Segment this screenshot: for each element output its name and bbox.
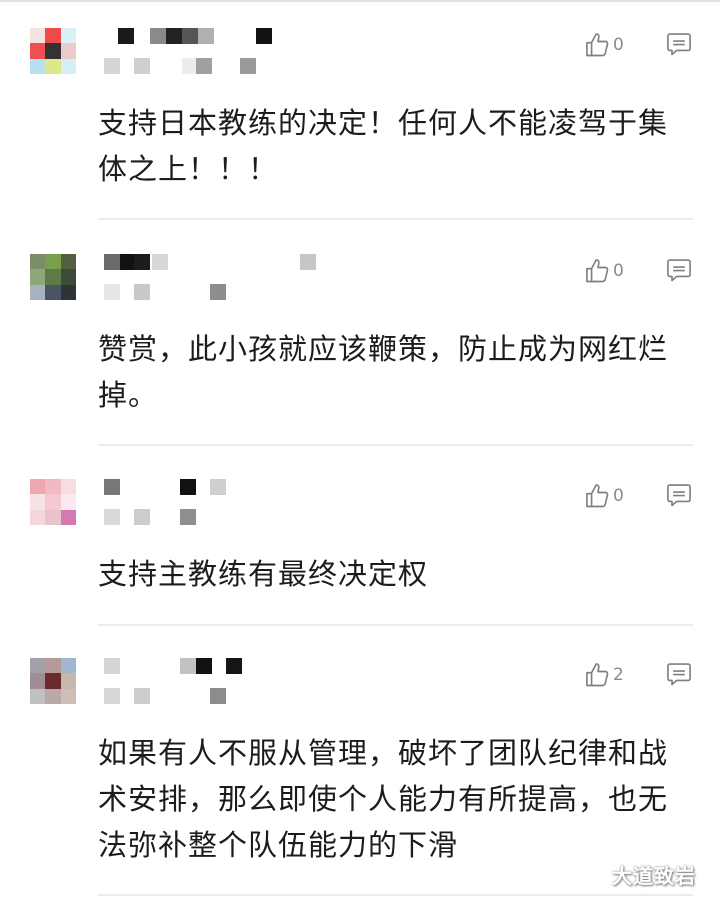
avatar-pixel: [30, 43, 46, 59]
avatar[interactable]: [30, 28, 76, 74]
comment-divider: [98, 218, 693, 220]
comment-divider: [98, 444, 693, 446]
like-count: 0: [613, 35, 624, 55]
like-button[interactable]: 0: [584, 30, 634, 60]
comment-icon: [667, 663, 691, 686]
avatar-pixel: [30, 688, 46, 704]
avatar-pixel: [60, 479, 76, 495]
avatar-pixel: [60, 269, 76, 285]
comment-text: 如果有人不服从管理，破坏了团队纪律和战 术安排，那么即使个人能力有所提高，也无 …: [98, 736, 669, 862]
avatar-pixel: [45, 688, 61, 704]
like-button[interactable]: 0: [584, 481, 634, 511]
top-border: [0, 0, 720, 2]
like-count: 0: [613, 261, 624, 281]
comment-item: 0 支持日本教练的决定！任何人不能凌驾于集 体之上！！！: [0, 28, 720, 220]
comment-text: 支持日本教练的决定！任何人不能凌驾于集 体之上！！！: [98, 106, 669, 186]
like-button[interactable]: 0: [584, 256, 634, 286]
thumbs-up-icon: [586, 33, 609, 57]
avatar-pixel: [45, 479, 61, 495]
avatar-pixel: [45, 658, 61, 674]
comment-text: 支持主教练有最终决定权: [98, 557, 429, 591]
avatar-pixel: [30, 284, 46, 300]
avatar-pixel: [60, 658, 76, 674]
avatar-pixel: [30, 658, 46, 674]
reply-button[interactable]: [665, 660, 693, 688]
thumbs-up-icon: [586, 484, 609, 508]
avatar-pixel: [45, 284, 61, 300]
avatar-pixel: [60, 494, 76, 510]
avatar[interactable]: [30, 658, 76, 704]
avatar-pixel: [45, 509, 61, 525]
like-button[interactable]: 2: [584, 660, 634, 690]
avatar-pixel: [30, 673, 46, 689]
thumbs-up-icon: [586, 663, 609, 687]
avatar[interactable]: [30, 254, 76, 300]
avatar[interactable]: [30, 479, 76, 525]
avatar-pixel: [45, 494, 61, 510]
like-count: 2: [613, 665, 624, 685]
comment-divider: [98, 624, 693, 626]
avatar-pixel: [45, 43, 61, 59]
like-count: 0: [613, 486, 624, 506]
avatar-pixel: [30, 28, 46, 44]
avatar-pixel: [60, 28, 76, 44]
watermark: 大道致岩: [612, 864, 696, 888]
reply-button[interactable]: [665, 256, 693, 284]
comment-icon: [667, 259, 691, 282]
avatar-pixel: [60, 254, 76, 270]
comment-text: 赞赏，此小孩就应该鞭策，防止成为网红烂 掉。: [98, 332, 669, 412]
comment-item: 0 支持主教练有最终决定权: [0, 479, 720, 627]
comment-icon: [667, 33, 691, 56]
thumbs-up-icon: [586, 259, 609, 283]
avatar-pixel: [30, 269, 46, 285]
avatar-pixel: [45, 58, 61, 74]
avatar-pixel: [60, 58, 76, 74]
avatar-pixel: [30, 58, 46, 74]
avatar-pixel: [60, 43, 76, 59]
avatar-pixel: [30, 479, 46, 495]
reply-button[interactable]: [665, 30, 693, 58]
comment-icon: [667, 484, 691, 507]
avatar-pixel: [60, 673, 76, 689]
avatar-pixel: [45, 673, 61, 689]
comment-divider: [98, 894, 693, 896]
avatar-pixel: [60, 284, 76, 300]
avatar-pixel: [30, 494, 46, 510]
avatar-pixel: [45, 254, 61, 270]
avatar-pixel: [30, 254, 46, 270]
comment-item: 0 赞赏，此小孩就应该鞭策，防止成为网红烂 掉。: [0, 254, 720, 446]
avatar-pixel: [30, 509, 46, 525]
avatar-pixel: [45, 28, 61, 44]
avatar-pixel: [45, 269, 61, 285]
avatar-pixel: [60, 509, 76, 525]
reply-button[interactable]: [665, 481, 693, 509]
avatar-pixel: [60, 688, 76, 704]
